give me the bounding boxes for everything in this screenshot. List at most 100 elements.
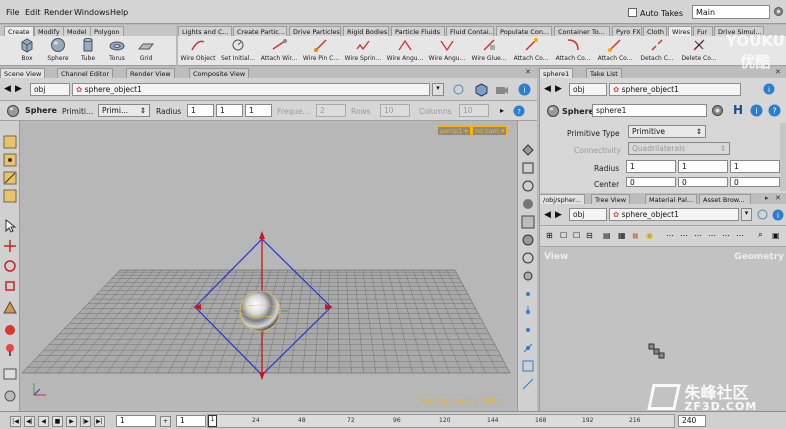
vector-display-icon[interactable]	[521, 377, 535, 391]
operator-menu-arrow-icon[interactable]: ▸	[500, 106, 504, 115]
rotate-tool-icon[interactable]	[3, 259, 17, 273]
shelf-tab-polygon[interactable]: Polygon	[90, 26, 124, 36]
net-tool-icon-2[interactable]: ☐	[560, 231, 567, 240]
param-path-obj[interactable]: obj	[569, 83, 607, 96]
wireframe-icon[interactable]	[521, 161, 535, 175]
wire-angular-tool-2[interactable]: Wire Angu...	[428, 37, 466, 62]
hda-h-icon[interactable]: H	[733, 103, 743, 117]
param-radius-z-input[interactable]: 1	[730, 160, 780, 173]
net-tool-icon-11[interactable]: ⋯	[694, 231, 702, 240]
camera-menu-button[interactable]: persp1 ▾	[437, 126, 471, 136]
shelf-tab-container-tools[interactable]: Container To...	[554, 26, 610, 36]
camera-icon[interactable]	[495, 83, 508, 96]
menu-render[interactable]: Render	[44, 8, 72, 17]
sphere-display-icon[interactable]	[521, 233, 535, 247]
gear-icon[interactable]	[773, 6, 784, 17]
node-gear-icon[interactable]	[710, 103, 725, 118]
menu-file[interactable]: File	[6, 8, 19, 17]
net-help-icon[interactable]: i	[771, 208, 785, 222]
wire-object-tool[interactable]: Wire Object	[180, 37, 216, 62]
close-pane-icon[interactable]: ✕	[525, 68, 531, 76]
wire-pin-tool[interactable]: Wire Pin C...	[302, 37, 340, 62]
center-y-input[interactable]: 0	[678, 177, 728, 187]
node-name-input[interactable]: sphere1	[592, 104, 707, 117]
param-radius-y-input[interactable]: 1	[678, 160, 728, 173]
shelf-tab-lights[interactable]: Lights and C...	[178, 26, 232, 36]
sphere-tool[interactable]: Sphere	[44, 37, 72, 62]
start-frame-input[interactable]: 1	[176, 415, 206, 427]
tab-channel-editor[interactable]: Channel Editor	[57, 68, 113, 78]
detach-constraint-tool[interactable]: Detach C...	[638, 37, 676, 62]
select-faces-icon[interactable]	[3, 189, 17, 203]
net-tool-icon-9[interactable]: ⋯	[666, 231, 674, 240]
template-icon[interactable]	[521, 251, 535, 265]
jump-end-button[interactable]: ▶|	[94, 416, 105, 427]
uv-display-icon[interactable]	[521, 359, 535, 373]
desktop-select[interactable]: Main	[692, 5, 770, 19]
param-primitive-type-select[interactable]: Primitive ⇕	[628, 125, 706, 138]
radius-x-input[interactable]: 1	[187, 104, 214, 117]
normal-display-icon[interactable]	[521, 305, 535, 319]
close-net-pane-icon[interactable]: ✕	[775, 194, 781, 202]
tab-composite-view[interactable]: Composite View	[189, 68, 250, 78]
net-path-node[interactable]: ✿ sphere_object1	[609, 208, 739, 221]
tab-scene-view[interactable]: Scene View	[0, 68, 46, 78]
shelf-tab-create-particles[interactable]: Create Partic...	[233, 26, 287, 36]
shelf-tab-particle-fluids[interactable]: Particle Fluids	[391, 26, 445, 36]
vertex-display-icon[interactable]	[521, 323, 535, 337]
wire-angular-tool-1[interactable]: Wire Angu...	[386, 37, 424, 62]
tab-tree-view[interactable]: Tree View	[591, 194, 631, 204]
play-reverse-button[interactable]: ◀	[38, 416, 49, 427]
shelf-tab-model[interactable]: Model	[63, 26, 91, 36]
shelf-tab-modify[interactable]: Modify	[34, 26, 64, 36]
param-help-icon[interactable]: i	[762, 82, 776, 96]
tab-take-list[interactable]: Take List	[586, 68, 622, 78]
delete-constraint-tool[interactable]: Delete Co...	[680, 37, 718, 62]
shelf-tab-cloth[interactable]: Cloth	[643, 26, 667, 36]
render-tool-icon[interactable]	[3, 367, 17, 381]
param-path-node[interactable]: ✿ sphere_object1	[609, 83, 741, 96]
columns-input[interactable]: 10	[459, 104, 489, 117]
grid-tool[interactable]: Grid	[134, 37, 158, 62]
sphere-object[interactable]	[239, 290, 281, 332]
net-tool-icon-14[interactable]: ⋯	[736, 231, 744, 240]
jump-start-button[interactable]: |◀	[10, 416, 21, 427]
radius-z-input[interactable]: 1	[245, 104, 272, 117]
timeline-scrubber[interactable]: 1 24 48 72 96 120 144 168 192 216	[207, 414, 675, 428]
dot-display-icon[interactable]	[521, 269, 535, 283]
tab-asset-browser[interactable]: Asset Brow...	[699, 194, 751, 204]
attach-wire-tool[interactable]: Attach Wir...	[260, 37, 298, 62]
net-path-dropdown[interactable]: ▾	[741, 208, 752, 221]
point-display-icon[interactable]	[521, 287, 535, 301]
step-back-button[interactable]: ◀|	[24, 416, 35, 427]
handle-arrow-top[interactable]	[259, 231, 265, 239]
shelf-tab-rigid-bodies[interactable]: Rigid Bodies	[343, 26, 389, 36]
shelf-tab-pyro-fx[interactable]: Pyro FX	[612, 26, 642, 36]
box-tool[interactable]: Box	[14, 37, 40, 62]
connectivity-select[interactable]: Quadrilaterals ⇕	[628, 142, 730, 155]
forward-arrow-icon[interactable]: ▶	[15, 84, 22, 94]
net-forward-arrow-icon[interactable]: ▶	[555, 210, 562, 220]
step-forward-button[interactable]: |▶	[80, 416, 91, 427]
wire-spring-tool[interactable]: Wire Sprin...	[344, 37, 382, 62]
param-scrollbar[interactable]	[780, 123, 786, 191]
scale-tool-icon[interactable]	[3, 279, 17, 293]
display-options-icon[interactable]	[521, 143, 535, 157]
path-dropdown[interactable]: ▾	[432, 83, 444, 96]
net-tool-icon-8[interactable]: ◉	[646, 231, 653, 240]
auto-takes-checkbox[interactable]: Auto Takes	[628, 8, 683, 18]
wire-glue-tool[interactable]: Wire Glue...	[470, 37, 508, 62]
net-tool-icon-7[interactable]: ◼	[632, 231, 639, 240]
operator-help-icon[interactable]: ?	[512, 104, 526, 118]
tab-render-view[interactable]: Render View	[126, 68, 175, 78]
center-x-input[interactable]: 0	[626, 177, 676, 187]
attach-constraint-tool-3[interactable]: Attach Co...	[596, 37, 634, 62]
param-radius-x-input[interactable]: 1	[626, 160, 676, 173]
node-help-icon[interactable]: ?	[767, 103, 782, 118]
net-back-arrow-icon[interactable]: ◀	[544, 210, 551, 220]
display-menu-button[interactable]: no cam ▾	[472, 126, 508, 136]
node-info-icon[interactable]: i	[749, 103, 764, 118]
scene-viewport[interactable]: persp1 ▾ no cam ▾ Non-Commercial Edition	[20, 121, 517, 408]
net-link-icon[interactable]	[756, 208, 769, 221]
select-edges-icon[interactable]	[3, 171, 17, 185]
